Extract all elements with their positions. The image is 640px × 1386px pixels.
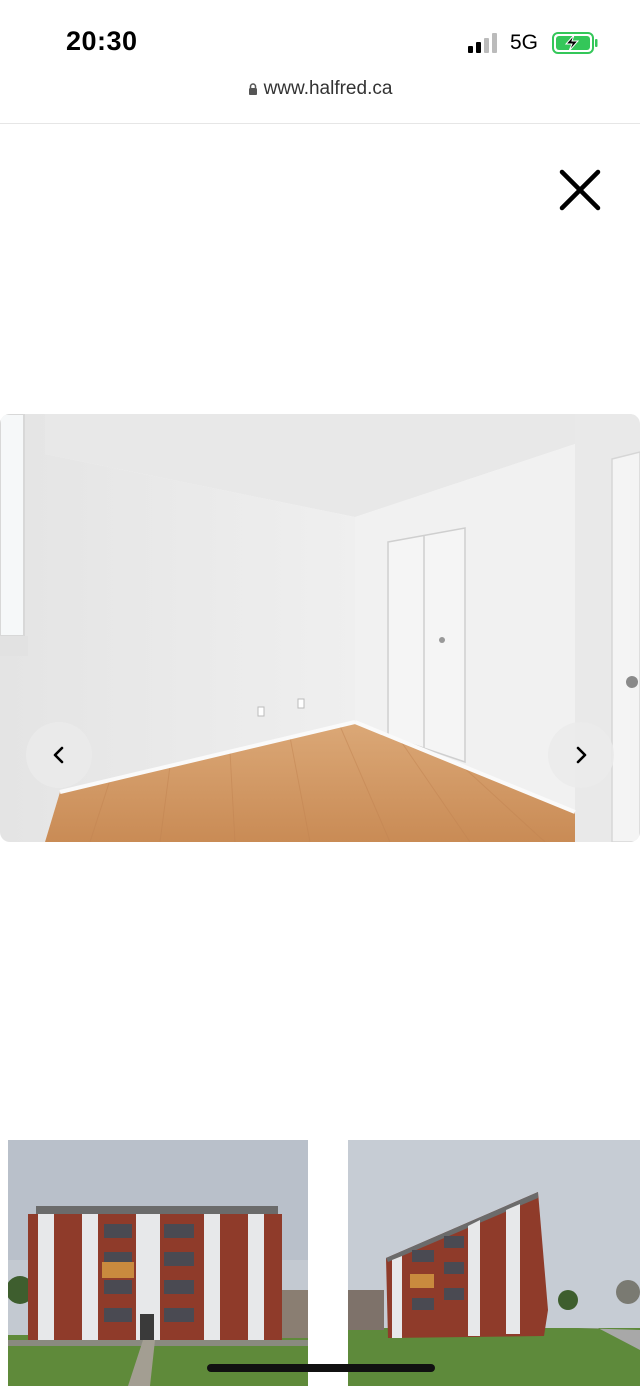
close-button[interactable] [558,168,602,212]
close-icon [559,169,601,211]
url-text: www.halfred.ca [263,78,393,99]
signal-bars-icon [468,33,497,53]
battery-charging-icon [552,32,598,54]
chevron-right-icon [576,746,587,764]
lock-icon [248,83,257,95]
apartment-building-photo [8,1140,308,1386]
chevron-left-icon [53,746,64,764]
network-type: 5G [510,31,539,54]
thumbnail-1[interactable] [8,1140,308,1386]
browser-url-bar[interactable]: www.halfred.ca [0,70,640,124]
thumbnail-2[interactable] [348,1140,640,1386]
next-photo-button[interactable] [548,722,614,788]
previous-photo-button[interactable] [26,722,92,788]
main-photo [0,414,640,842]
apartment-building-photo [348,1140,640,1386]
status-bar: 20:30 5G [0,0,640,70]
status-time: 20:30 [66,26,138,56]
home-indicator[interactable] [207,1364,435,1372]
